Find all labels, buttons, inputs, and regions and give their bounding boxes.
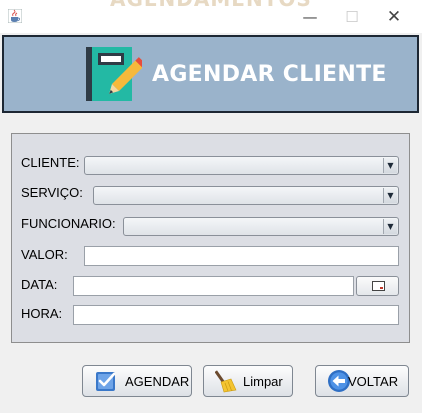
limpar-label: Limpar	[243, 374, 283, 389]
java-cup-icon	[8, 9, 22, 23]
funcionario-label: FUNCIONARIO:	[21, 216, 116, 231]
chevron-down-icon[interactable]: ▼	[383, 158, 397, 173]
title-bar: AGENDAMENTOS — ☐ ✕	[0, 0, 422, 33]
valor-label: VALOR:	[21, 247, 68, 262]
broom-icon	[215, 370, 237, 393]
header-banner: AGENDAR CLIENTE	[2, 35, 419, 113]
chevron-down-icon[interactable]: ▼	[383, 219, 397, 234]
cliente-combobox[interactable]: ▼	[84, 156, 399, 175]
data-input[interactable]	[73, 276, 354, 296]
funcionario-combobox[interactable]: ▼	[123, 217, 399, 236]
form-panel: CLIENTE: ▼ SERVIÇO: ▼ FUNCIONARIO: ▼ VAL…	[11, 133, 410, 343]
main-window: AGENDAR CLIENTE CLIENTE: ▼ SERVIÇO: ▼ FU…	[0, 33, 422, 413]
hora-label: HORA:	[21, 306, 63, 321]
chevron-down-icon[interactable]: ▼	[383, 188, 397, 203]
date-picker-button[interactable]	[356, 276, 399, 296]
voltar-button[interactable]: VOLTAR	[315, 365, 409, 397]
maximize-button[interactable]: ☐	[334, 4, 370, 30]
agendar-button[interactable]: AGENDAR	[82, 365, 192, 397]
valor-input[interactable]	[84, 246, 399, 266]
minimize-button[interactable]: —	[292, 4, 328, 30]
calendar-icon	[372, 281, 385, 291]
page-title: AGENDAR CLIENTE	[152, 62, 387, 87]
close-button[interactable]: ✕	[376, 4, 412, 30]
cliente-label: CLIENTE:	[21, 155, 80, 170]
servico-label: SERVIÇO:	[21, 185, 83, 200]
data-label: DATA:	[21, 277, 58, 292]
checkbox-icon	[96, 372, 116, 391]
limpar-button[interactable]: Limpar	[203, 365, 293, 397]
hora-input[interactable]	[73, 305, 399, 325]
voltar-label: VOLTAR	[348, 374, 399, 389]
background-window-title: AGENDAMENTOS	[110, 0, 312, 11]
servico-combobox[interactable]: ▼	[93, 186, 399, 205]
agendar-label: AGENDAR	[125, 374, 190, 389]
notebook-pencil-icon	[86, 47, 142, 101]
